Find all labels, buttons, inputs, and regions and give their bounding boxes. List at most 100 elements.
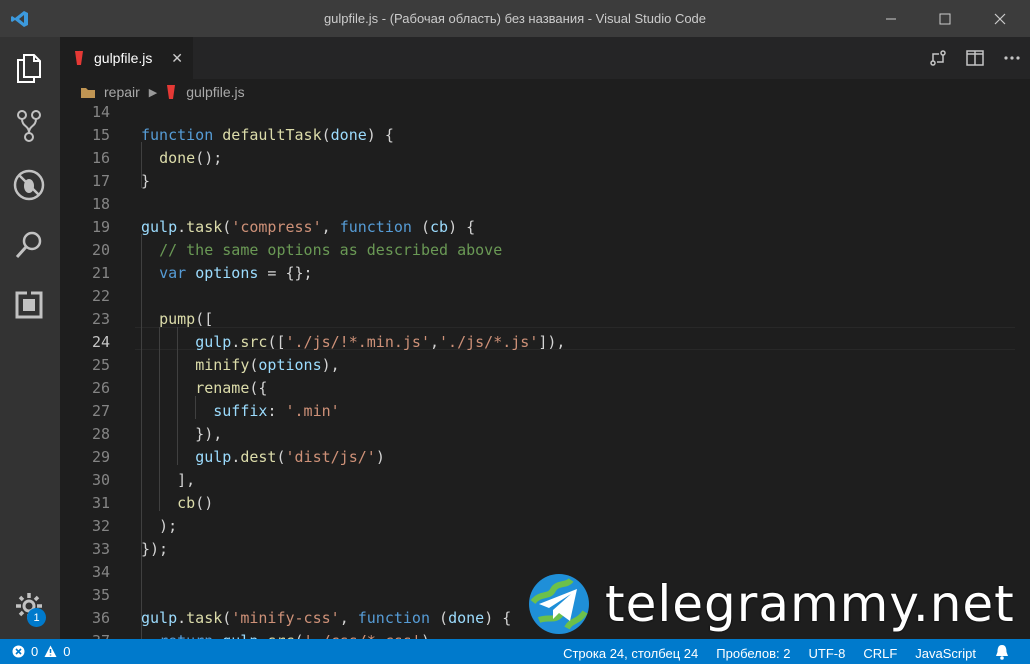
- line-number: 15: [91, 126, 110, 144]
- line-code: cb(): [177, 494, 214, 512]
- minimize-button[interactable]: [868, 0, 914, 37]
- line-code: }),: [141, 425, 223, 443]
- extensions-button[interactable]: [10, 286, 48, 324]
- activity-bar: [0, 37, 60, 639]
- code-line[interactable]: 31 cb(): [60, 492, 1030, 515]
- code-line[interactable]: 16 done();: [60, 147, 1030, 170]
- compare-changes-button[interactable]: [919, 49, 956, 67]
- code-line[interactable]: 27 suffix: '.min': [60, 400, 1030, 423]
- line-code: ],: [141, 471, 196, 489]
- extensions-icon: [15, 291, 43, 319]
- line-number: 32: [91, 517, 110, 535]
- line-code: function defaultTask(done) {: [141, 126, 394, 144]
- status-bar: 0 0 Строка 24, столбец 24 Пробелов: 2 UT…: [0, 639, 1030, 664]
- folder-icon: [81, 88, 95, 98]
- source-control-button[interactable]: [10, 107, 48, 145]
- minimize-icon: [886, 18, 896, 19]
- code-line[interactable]: 23 pump([: [60, 308, 1030, 331]
- code-line[interactable]: 21 var options = {};: [60, 262, 1030, 285]
- search-icon: [15, 231, 42, 259]
- problems-indicator[interactable]: 0 0: [12, 644, 70, 659]
- cursor-position[interactable]: Строка 24, столбец 24: [563, 646, 698, 661]
- code-line[interactable]: 28 }),: [60, 423, 1030, 446]
- line-number: 31: [91, 494, 110, 512]
- code-line[interactable]: 20 // the same options as described abov…: [60, 239, 1030, 262]
- line-code: // the same options as described above: [159, 241, 503, 259]
- code-line[interactable]: 26 rename({: [60, 377, 1030, 400]
- line-number: 27: [91, 402, 110, 420]
- error-count: 0: [31, 644, 39, 659]
- line-code: done();: [159, 149, 223, 167]
- line-number: 16: [91, 149, 110, 167]
- more-actions-button[interactable]: [993, 55, 1030, 61]
- line-number: 26: [91, 379, 110, 397]
- editor-actions: [919, 37, 1030, 79]
- line-code: return gulp.src('./css/*.css'): [141, 630, 430, 639]
- line-code: gulp.dest('dist/js/'): [195, 448, 385, 466]
- code-line[interactable]: 22: [60, 285, 1030, 308]
- line-number: 34: [91, 563, 110, 581]
- watermark-text: telegrammy.net: [605, 575, 1015, 633]
- warning-icon: [44, 645, 57, 657]
- files-icon: [17, 54, 41, 83]
- settings-badge: 1: [27, 608, 46, 627]
- close-icon: [994, 13, 1006, 24]
- code-line[interactable]: 24 gulp.src(['./js/!*.min.js','./js/*.js…: [60, 331, 1030, 354]
- maximize-icon: [939, 13, 951, 24]
- language-mode[interactable]: JavaScript: [915, 646, 976, 661]
- line-code: rename({: [195, 379, 268, 397]
- code-line[interactable]: 30 ],: [60, 469, 1030, 492]
- maximize-button[interactable]: [922, 0, 968, 37]
- line-ending[interactable]: CRLF: [863, 646, 897, 661]
- close-window-button[interactable]: [977, 0, 1023, 37]
- error-icon: [12, 645, 25, 658]
- split-editor-icon: [965, 50, 984, 66]
- line-number: 22: [91, 287, 110, 305]
- line-number: 30: [91, 471, 110, 489]
- line-code: minify(options),: [195, 356, 340, 374]
- line-code: gulp.task('minify-css', function (done) …: [141, 609, 512, 627]
- line-number: 20: [91, 241, 110, 259]
- search-button[interactable]: [10, 226, 48, 264]
- code-line[interactable]: 18: [60, 193, 1030, 216]
- code-line[interactable]: 17}: [60, 170, 1030, 193]
- line-number: 33: [91, 540, 110, 558]
- ellipsis-icon: [1003, 56, 1020, 60]
- tab-gulpfile[interactable]: gulpfile.js ✕: [60, 37, 193, 79]
- code-line[interactable]: 14: [60, 105, 1030, 124]
- notifications-button[interactable]: [994, 644, 1010, 663]
- line-number: 29: [91, 448, 110, 466]
- no-bug-icon: [13, 169, 45, 201]
- line-number: 37: [60, 630, 110, 639]
- git-branch-icon: [17, 110, 41, 142]
- code-line[interactable]: 33});: [60, 538, 1030, 561]
- tab-label: gulpfile.js: [94, 50, 153, 66]
- indentation[interactable]: Пробелов: 2: [716, 646, 790, 661]
- tab-close-icon[interactable]: ✕: [171, 50, 183, 67]
- code-editor[interactable]: 14 15 function defaultTask(done) { 16 done(…: [60, 105, 1030, 639]
- code-line[interactable]: 32 );: [60, 515, 1030, 538]
- line-number: 35: [91, 586, 110, 604]
- line-code: );: [141, 517, 178, 535]
- gulp-file-icon: [167, 85, 176, 99]
- line-code: });: [141, 540, 169, 558]
- code-line[interactable]: 29 gulp.dest('dist/js/'): [60, 446, 1030, 469]
- line-number: 21: [91, 264, 110, 282]
- explorer-button[interactable]: [10, 49, 48, 87]
- code-line[interactable]: 15 function defaultTask(done) {: [60, 124, 1030, 147]
- debug-button[interactable]: [10, 166, 48, 204]
- line-number: 17: [91, 172, 110, 190]
- line-code: gulp.src(['./js/!*.min.js','./js/*.js'])…: [195, 333, 566, 351]
- warning-count: 0: [63, 644, 71, 659]
- breadcrumb-file[interactable]: gulpfile.js: [186, 84, 244, 100]
- split-editor-button[interactable]: [956, 50, 993, 66]
- encoding[interactable]: UTF-8: [809, 646, 846, 661]
- chevron-right-icon: ▶: [148, 86, 158, 99]
- code-line[interactable]: 25 minify(options),: [60, 354, 1030, 377]
- line-number: 28: [91, 425, 110, 443]
- code-line[interactable]: 19 gulp.task('compress', function (cb) {: [60, 216, 1030, 239]
- line-code: }: [141, 172, 151, 190]
- line-number: 36: [91, 609, 110, 627]
- line-code: gulp.task('compress', function (cb) {: [141, 218, 476, 236]
- breadcrumb-folder[interactable]: repair: [104, 84, 140, 100]
